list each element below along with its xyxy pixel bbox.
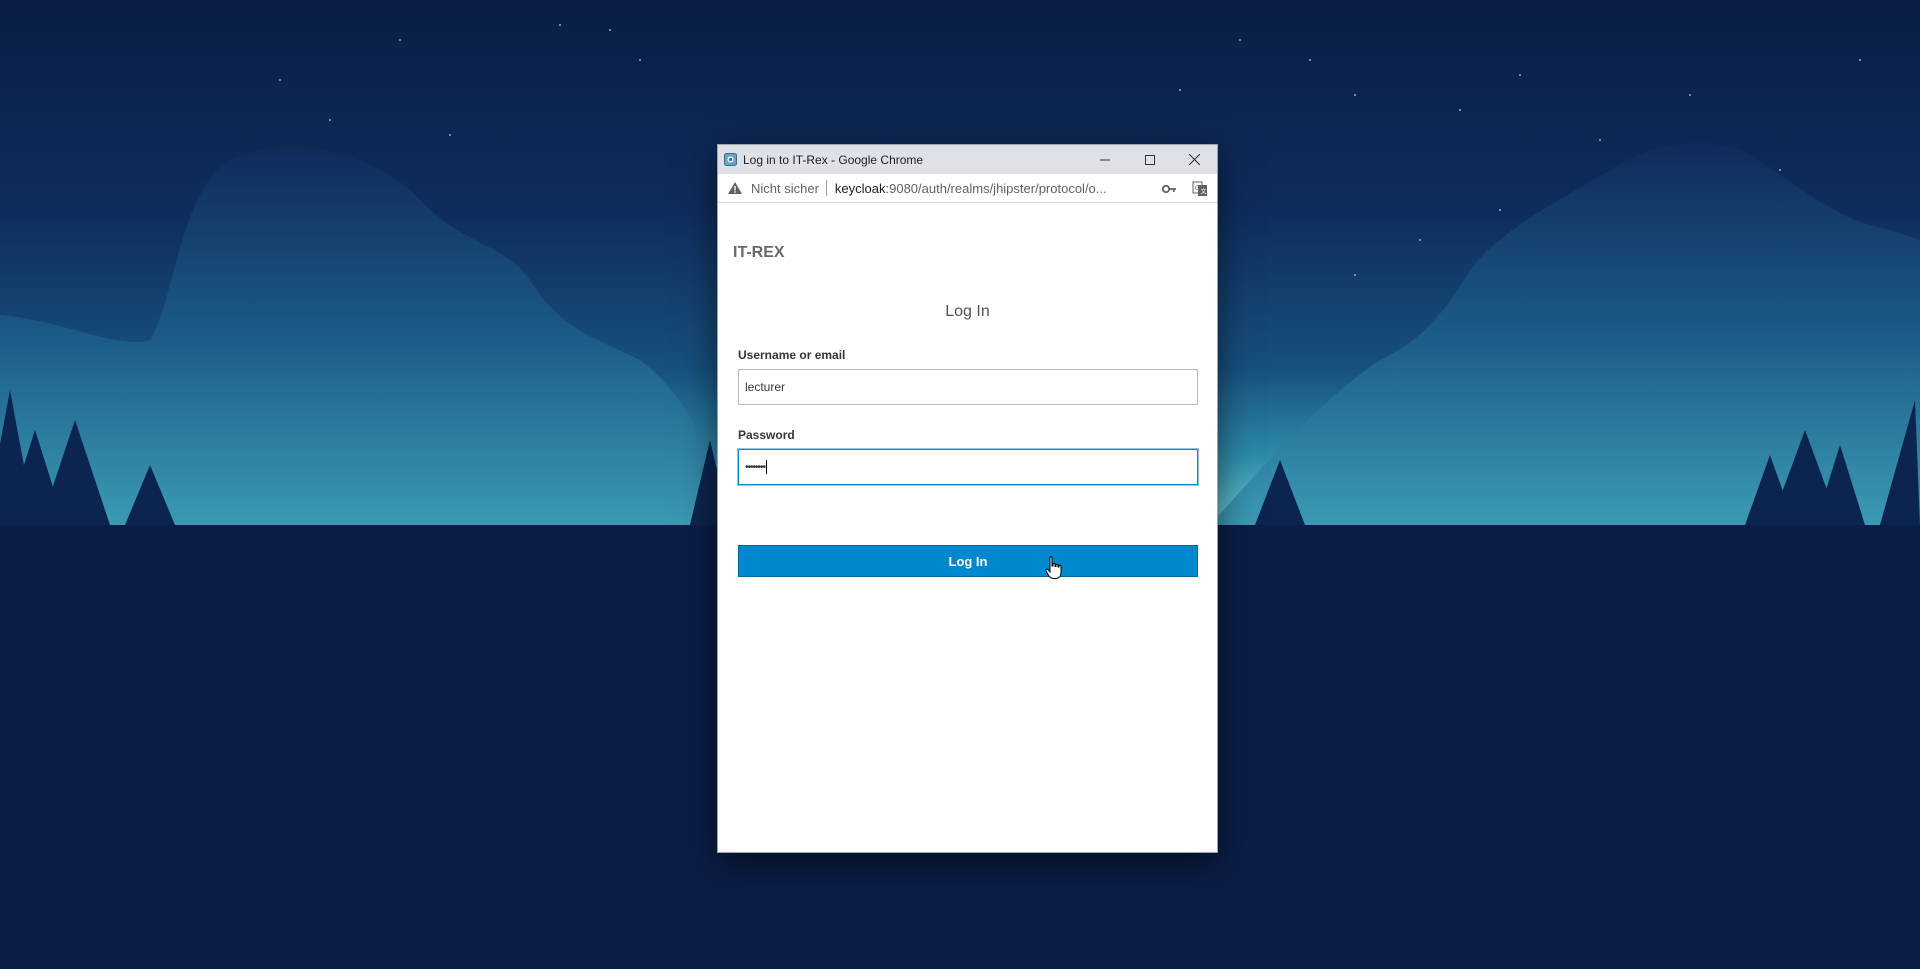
address-bar[interactable]: Nicht sicher keycloak:9080/auth/realms/j… xyxy=(718,174,1217,203)
address-separator xyxy=(825,180,827,196)
close-icon xyxy=(1189,154,1200,165)
maximize-icon xyxy=(1144,154,1155,165)
password-input[interactable]: •••••••• xyxy=(738,449,1198,485)
svg-text:文: 文 xyxy=(1201,188,1207,196)
url-text[interactable]: keycloak:9080/auth/realms/jhipster/proto… xyxy=(835,181,1135,196)
url-host: keycloak xyxy=(834,180,886,196)
password-value: •••••••• xyxy=(745,461,766,473)
login-form: Username or email lecturer Password ••••… xyxy=(738,348,1198,485)
url-path: :9080/auth/realms/jhipster/protocol/o... xyxy=(885,180,1107,196)
desktop: Log in to IT-Rex - Google Chrome Nicht s… xyxy=(0,0,1920,969)
window-titlebar[interactable]: Log in to IT-Rex - Google Chrome xyxy=(718,145,1217,174)
window-title: Log in to IT-Rex - Google Chrome xyxy=(743,152,924,167)
chrome-app-icon xyxy=(724,153,737,166)
username-value: lecturer xyxy=(745,380,786,394)
hand-pointer-icon xyxy=(1045,556,1062,579)
password-group: Password •••••••• xyxy=(738,428,1198,485)
text-caret xyxy=(766,460,768,474)
maximize-button[interactable] xyxy=(1127,145,1172,174)
login-button[interactable]: Log In xyxy=(738,545,1198,577)
minimize-icon xyxy=(1099,159,1110,160)
browser-popup-window: Log in to IT-Rex - Google Chrome Nicht s… xyxy=(717,144,1218,853)
window-controls xyxy=(1082,145,1217,174)
close-button[interactable] xyxy=(1172,145,1217,174)
security-label[interactable]: Nicht sicher xyxy=(751,181,819,196)
login-page: IT-REX Log In Username or email lecturer… xyxy=(718,204,1217,852)
translate-icon[interactable]: G 文 xyxy=(1192,181,1208,197)
minimize-button[interactable] xyxy=(1082,145,1127,174)
key-icon[interactable] xyxy=(1161,181,1177,197)
username-input[interactable]: lecturer xyxy=(738,369,1198,405)
page-heading: Log In xyxy=(945,303,990,320)
username-label: Username or email xyxy=(738,348,846,362)
brand-title: IT-REX xyxy=(733,244,785,261)
svg-text:G: G xyxy=(1195,185,1200,192)
username-group: Username or email lecturer xyxy=(738,348,1198,405)
warning-icon[interactable] xyxy=(727,180,743,196)
password-label: Password xyxy=(738,428,795,442)
